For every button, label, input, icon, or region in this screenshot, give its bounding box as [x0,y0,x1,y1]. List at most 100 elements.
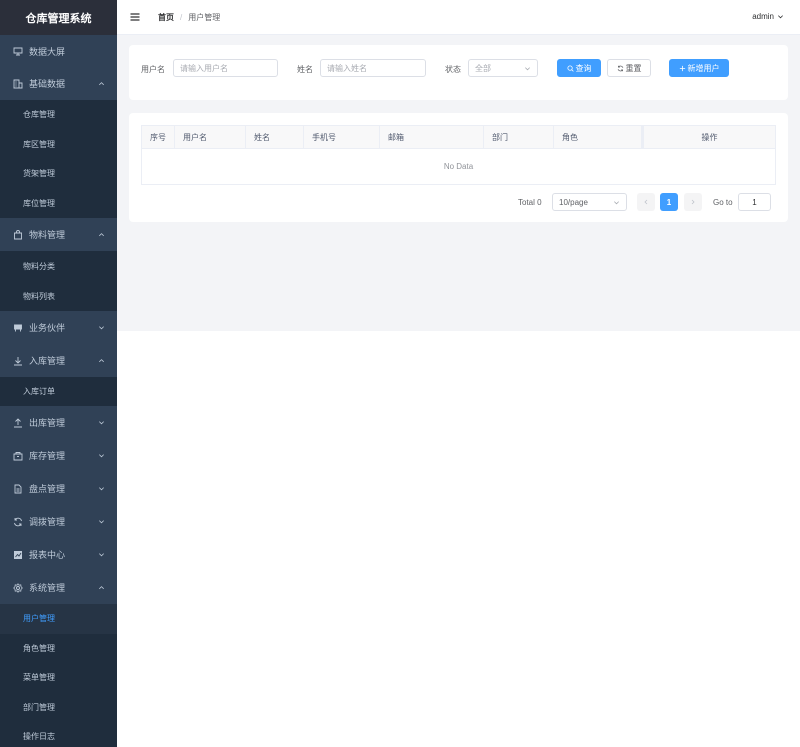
chevron-left-icon [644,199,648,205]
query-button[interactable]: 查询 [557,59,601,77]
top-header: 首页 / 用户管理 admin [117,0,800,35]
sidebar-item-stocktake[interactable]: 盘点管理 [0,472,117,505]
prev-page-button[interactable] [637,193,655,211]
upload-icon [13,417,23,428]
partner-icon [13,323,23,333]
chevron-down-icon [525,67,530,71]
sidebar-item-warehouse[interactable]: 仓库管理 [0,100,117,130]
chevron-up-icon [99,81,104,85]
main-content: 用户名 请输入用户名 姓名 请输入姓名 状态 全部 查询 重置 新增用户 序号 … [117,35,800,331]
chevron-up-icon [99,358,104,362]
column-header-username: 用户名 [175,126,246,148]
sidebar-item-roles[interactable]: 角色管理 [0,633,117,663]
sidebar-item-outbound[interactable]: 出库管理 [0,406,117,439]
sidebar-item-shelf[interactable]: 货架管理 [0,159,117,189]
breadcrumb-home[interactable]: 首页 [158,12,174,23]
page-size-select[interactable]: 10/page [552,193,627,211]
status-select-value: 全部 [475,63,491,73]
sidebar-item-label: 盘点管理 [29,484,66,494]
search-icon [566,64,574,72]
column-header-phone: 手机号 [304,126,380,148]
goto-label: Go to [713,198,733,207]
sidebar-item-partner[interactable]: 业务伙伴 [0,311,117,344]
sidebar-item-zone[interactable]: 库区管理 [0,129,117,159]
column-header-role: 角色 [554,126,644,148]
bag-icon [13,229,23,240]
column-header-actions: 操作 [701,132,718,142]
sidebar-item-users[interactable]: 用户管理 [0,604,117,634]
sidebar-item-reports[interactable]: 报表中心 [0,538,117,571]
chevron-right-icon [691,199,695,205]
reset-button[interactable]: 重置 [607,59,651,77]
page-number-button[interactable]: 1 [660,193,678,211]
chevron-down-icon [778,15,783,19]
column-header-department: 部门 [484,126,554,148]
gear-icon [13,582,23,593]
add-user-button[interactable]: 新增用户 [669,59,729,77]
next-page-button[interactable] [684,193,702,211]
search-form-card: 用户名 请输入用户名 姓名 请输入姓名 状态 全部 查询 重置 新增用户 [129,45,788,100]
sidebar-item-departments[interactable]: 部门管理 [0,692,117,722]
status-label: 状态 [445,65,461,74]
sidebar-item-system[interactable]: 系统管理 [0,571,117,604]
chevron-down-icon [99,420,104,424]
user-table: 序号 用户名 姓名 手机号 邮箱 部门 角色 操作 No Data [141,125,776,185]
add-user-button-label: 新增用户 [687,63,720,73]
name-label: 姓名 [297,65,313,74]
refresh-icon [617,65,623,71]
reset-button-label: 重置 [625,63,642,73]
goto-page-input[interactable]: 1 [738,193,771,211]
chevron-down-icon [614,201,619,205]
sidebar-item-label: 入库管理 [29,356,66,366]
breadcrumb: 首页 / 用户管理 [158,12,220,23]
building-icon [13,79,23,89]
sidebar-item-material-list[interactable]: 物料列表 [0,281,117,311]
username-input[interactable]: 请输入用户名 [173,59,278,77]
sidebar-item-inbound[interactable]: 入库管理 [0,344,117,377]
breadcrumb-current: 用户管理 [188,12,221,22]
sidebar-item-label: 数据大屏 [29,46,66,57]
sidebar-item-transfer[interactable]: 调拨管理 [0,505,117,538]
chevron-up-icon [99,585,104,589]
table-header: 序号 用户名 姓名 手机号 邮箱 部门 角色 操作 [142,126,775,149]
sidebar-item-label: 物料管理 [29,230,66,240]
sidebar-item-basic-data[interactable]: 基础数据 [0,67,117,100]
sidebar-item-label: 出库管理 [29,418,66,428]
sidebar-item-label: 业务伙伴 [29,323,66,333]
chevron-down-icon [99,519,104,523]
sidebar-item-label: 报表中心 [29,550,66,560]
table-empty-text: No Data [443,162,474,171]
sidebar-item-operation-log[interactable]: 操作日志 [0,722,117,747]
column-header-email: 邮箱 [380,126,484,148]
name-input[interactable]: 请输入姓名 [320,59,426,77]
column-header-index: 序号 [142,126,175,148]
monitor-icon [13,46,23,56]
sidebar-item-label: 库存管理 [29,451,66,461]
sidebar-item-menus[interactable]: 菜单管理 [0,663,117,693]
status-select[interactable]: 全部 [468,59,538,77]
hamburger-icon[interactable] [130,12,140,22]
document-icon [13,484,23,494]
sidebar-item-location[interactable]: 库位管理 [0,188,117,218]
username: admin [752,12,774,21]
chevron-down-icon [99,325,104,329]
sidebar-item-label: 调拨管理 [29,517,66,527]
app-logo-title: 仓库管理系统 [0,0,117,35]
sidebar-item-inbound-order[interactable]: 入库订单 [0,377,117,406]
chart-icon [13,550,23,560]
user-dropdown[interactable]: admin [752,12,784,21]
chevron-down-icon [99,453,104,457]
sidebar-item-material-category[interactable]: 物料分类 [0,251,117,281]
box-icon [13,451,23,461]
sidebar-item-inventory[interactable]: 库存管理 [0,439,117,472]
sidebar: 仓库管理系统 数据大屏 基础数据 仓库管理 库区管理 货架管理 库位管理 物料管… [0,0,117,747]
download-icon [13,356,23,366]
sidebar-item-material[interactable]: 物料管理 [0,218,117,251]
chevron-down-icon [99,486,104,490]
column-header-name: 姓名 [246,126,304,148]
pagination-total: Total 0 [518,198,542,207]
sidebar-item-dashboard[interactable]: 数据大屏 [0,35,117,67]
user-table-card: 序号 用户名 姓名 手机号 邮箱 部门 角色 操作 No Data Total … [129,113,788,222]
username-label: 用户名 [141,65,165,74]
sidebar-item-label: 基础数据 [29,79,66,89]
